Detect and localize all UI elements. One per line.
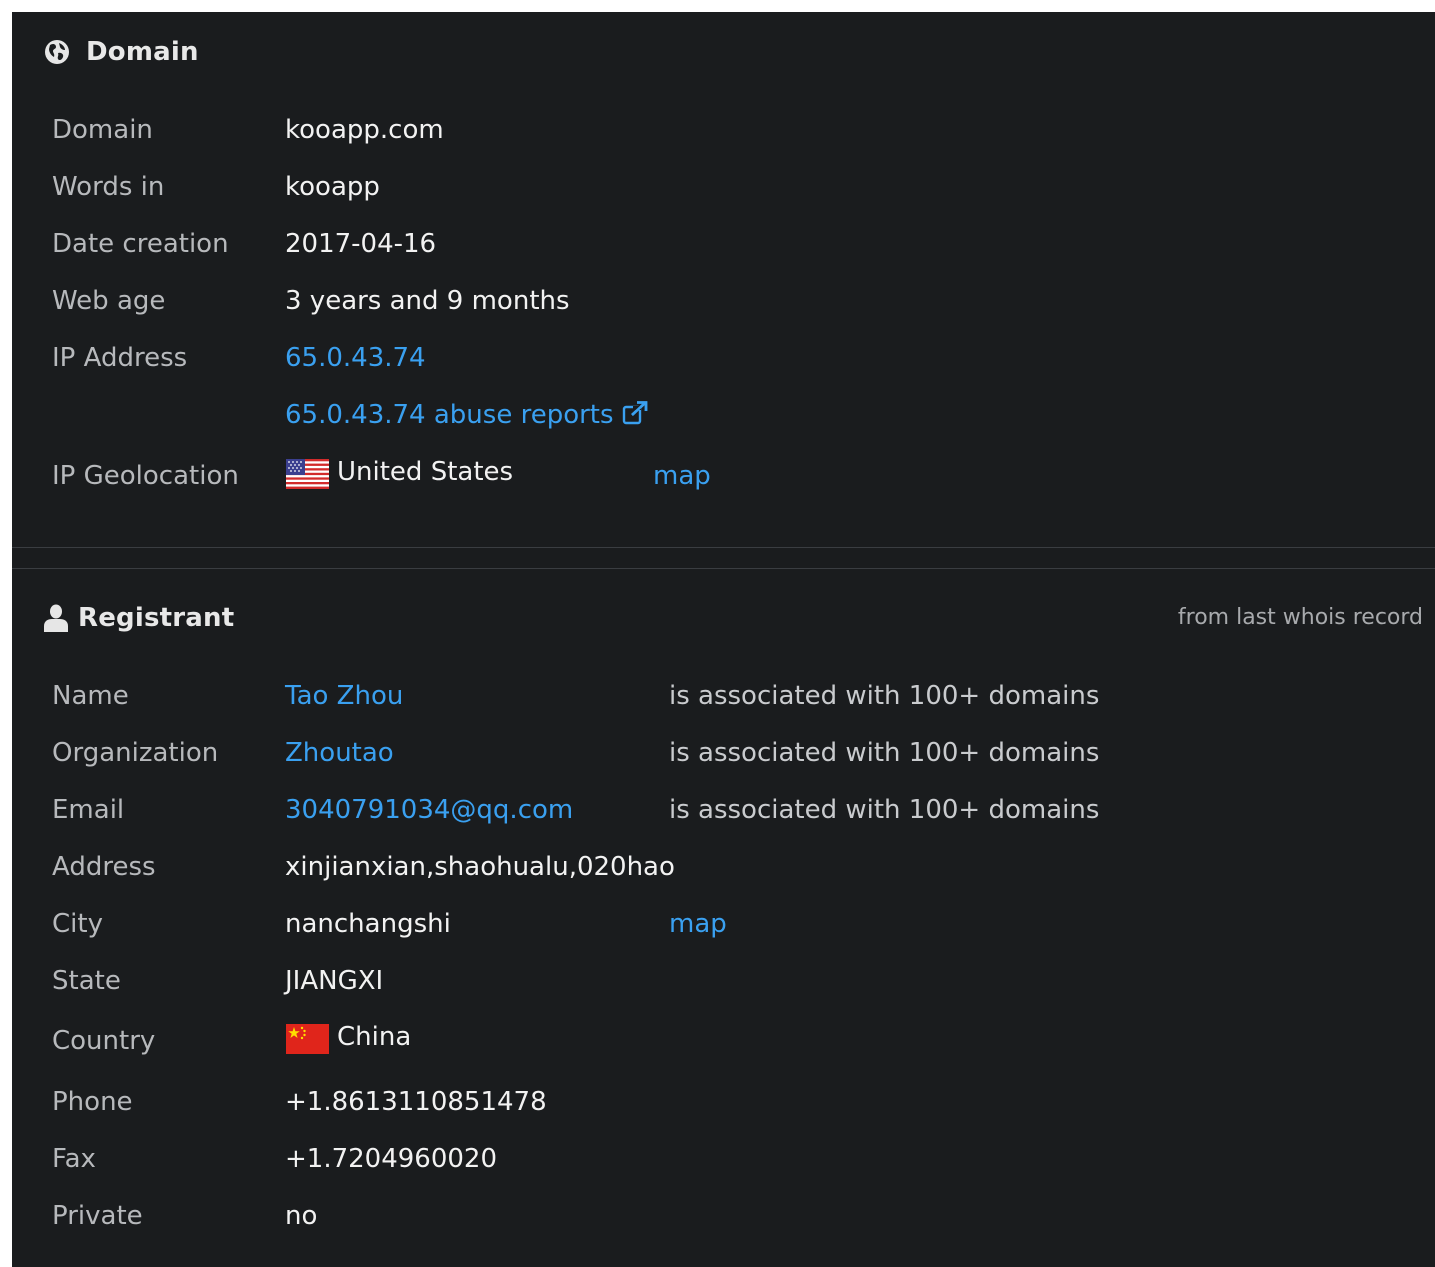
registrant-section-title: Registrant	[78, 603, 235, 633]
us-flag-icon	[286, 459, 329, 489]
row-state: State JIANGXI	[12, 961, 1435, 1001]
row-ip-address: IP Address 65.0.43.74	[12, 338, 1435, 378]
label-web-age: Web age	[52, 286, 166, 316]
label-ip-geolocation: IP Geolocation	[52, 461, 239, 491]
name-link[interactable]: Tao Zhou	[285, 676, 403, 716]
row-web-age: Web age 3 years and 9 months	[12, 281, 1435, 321]
value-city: nanchangshi	[285, 909, 451, 939]
organization-link[interactable]: Zhoutao	[285, 733, 394, 773]
row-address: Address xinjianxian,shaohualu,020hao	[12, 847, 1435, 887]
row-private: Private no	[12, 1196, 1435, 1236]
label-date-creation: Date creation	[52, 229, 229, 259]
name-association: is associated with 100+ domains	[669, 681, 1100, 711]
label-domain: Domain	[52, 115, 153, 145]
value-words-in: kooapp	[285, 172, 380, 202]
row-email: Email 3040791034@qq.com is associated wi…	[12, 790, 1435, 830]
cn-flag-icon	[286, 1024, 329, 1054]
value-phone: +1.8613110851478	[285, 1087, 547, 1117]
abuse-reports-text: 65.0.43.74 abuse reports	[285, 400, 614, 430]
value-country: China	[337, 1022, 412, 1052]
organization-association: is associated with 100+ domains	[669, 738, 1100, 768]
value-address: xinjianxian,shaohualu,020hao	[285, 852, 675, 882]
label-state: State	[52, 966, 121, 996]
row-abuse-reports: 65.0.43.74 abuse reports	[12, 395, 1435, 435]
registrant-section-header: Registrant from last whois record	[12, 598, 1435, 638]
label-words-in: Words in	[52, 172, 165, 202]
label-city: City	[52, 909, 103, 939]
whois-panel: Domain Domain kooapp.com Words in kooapp…	[12, 12, 1435, 1267]
row-country: Country China	[12, 1021, 1435, 1061]
label-name: Name	[52, 681, 129, 711]
whois-record-note: from last whois record	[1177, 605, 1423, 630]
row-ip-geolocation: IP Geolocation United States map	[12, 456, 1435, 496]
row-fax: Fax +1.7204960020	[12, 1139, 1435, 1179]
row-domain: Domain kooapp.com	[12, 110, 1435, 150]
email-association: is associated with 100+ domains	[669, 795, 1100, 825]
row-city: City nanchangshi map	[12, 904, 1435, 944]
globe-icon	[45, 40, 69, 64]
section-divider-top	[12, 547, 1435, 548]
row-words-in: Words in kooapp	[12, 167, 1435, 207]
value-domain: kooapp.com	[285, 115, 444, 145]
label-phone: Phone	[52, 1087, 133, 1117]
domain-section-header: Domain	[12, 32, 1435, 72]
abuse-reports-link[interactable]: 65.0.43.74 abuse reports	[285, 395, 648, 435]
label-ip-address: IP Address	[52, 343, 188, 373]
value-private: no	[285, 1201, 318, 1231]
label-fax: Fax	[52, 1144, 96, 1174]
label-address: Address	[52, 852, 156, 882]
ip-address-link[interactable]: 65.0.43.74	[285, 338, 426, 378]
value-date-creation: 2017-04-16	[285, 229, 437, 259]
domain-section-title: Domain	[86, 37, 199, 67]
row-organization: Organization Zhoutao is associated with …	[12, 733, 1435, 773]
section-divider-bottom	[12, 568, 1435, 569]
value-web-age: 3 years and 9 months	[285, 286, 570, 316]
external-link-icon	[622, 401, 647, 425]
user-icon	[44, 604, 68, 632]
city-map-link[interactable]: map	[669, 904, 727, 944]
value-state: JIANGXI	[285, 966, 384, 996]
value-fax: +1.7204960020	[285, 1144, 498, 1174]
row-date-creation: Date creation 2017-04-16	[12, 224, 1435, 264]
ip-geolocation-map-link[interactable]: map	[653, 456, 711, 496]
row-name: Name Tao Zhou is associated with 100+ do…	[12, 676, 1435, 716]
label-private: Private	[52, 1201, 143, 1231]
label-email: Email	[52, 795, 125, 825]
email-link[interactable]: 3040791034@qq.com	[285, 790, 573, 830]
label-organization: Organization	[52, 738, 219, 768]
label-country: Country	[52, 1026, 156, 1056]
value-ip-geolocation: United States	[337, 457, 514, 487]
row-phone: Phone +1.8613110851478	[12, 1082, 1435, 1122]
